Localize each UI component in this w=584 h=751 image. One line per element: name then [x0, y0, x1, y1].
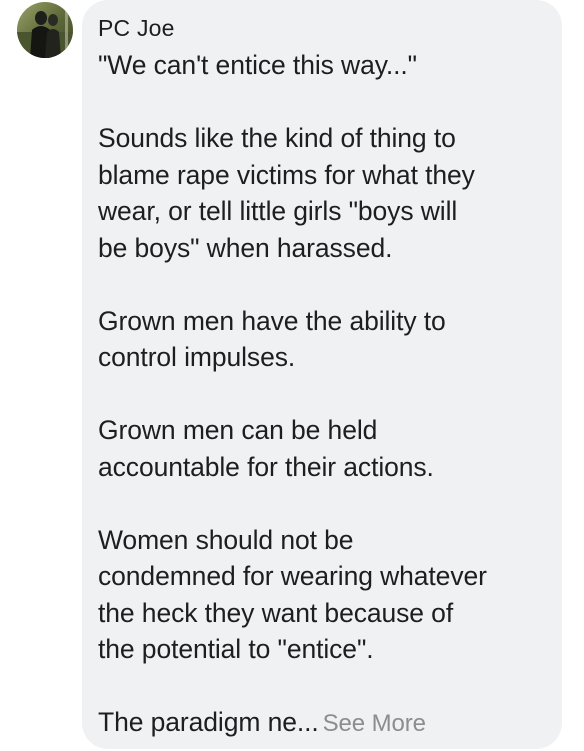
comment-line: condemned for wearing whatever [98, 561, 487, 591]
comment-bubble: PC Joe "We can't entice this way..." Soun… [82, 0, 562, 749]
comment-line: "We can't entice this way..." [98, 50, 417, 80]
comment-line: Sounds like the kind of thing to [98, 123, 456, 153]
comment-body: "We can't entice this way..." Sounds like… [98, 47, 546, 704]
comment-line: wear, or tell little girls "boys will [98, 196, 458, 226]
truncated-line: The paradigm ne... See More [98, 704, 546, 743]
comment-line: Grown men have the ability to [98, 305, 446, 336]
comment-author[interactable]: PC Joe [98, 13, 546, 43]
comment-line: Women should not be [98, 524, 354, 555]
truncated-text: The paradigm ne... [98, 707, 319, 737]
comment-line: the potential to "entice". [98, 634, 374, 664]
comment-line: the heck they want because of [98, 597, 454, 628]
see-more-link[interactable]: See More [323, 710, 426, 737]
comment-view: PC Joe "We can't entice this way..." Soun… [0, 0, 584, 751]
avatar[interactable] [17, 2, 73, 58]
comment-line: blame rape victims for what they [98, 159, 475, 190]
profile-photo-icon [17, 2, 73, 58]
comment-line: control impulses. [98, 342, 296, 372]
comment-line: accountable for their actions. [98, 451, 434, 482]
comment-line: be boys" when harassed. [98, 232, 393, 263]
comment-line: Grown men can be held [98, 415, 378, 445]
